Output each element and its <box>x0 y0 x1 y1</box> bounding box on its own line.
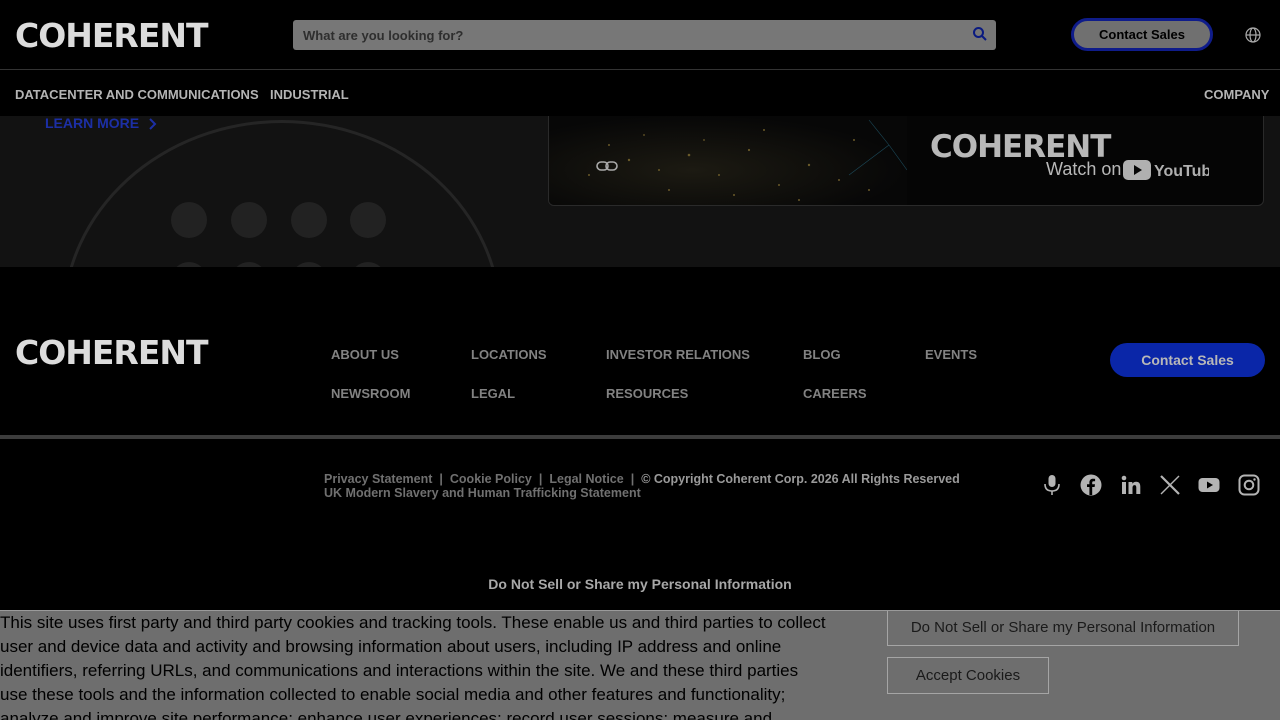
linkedin-icon[interactable] <box>1120 474 1142 496</box>
chevron-right-icon <box>149 118 157 131</box>
youtube-icon[interactable] <box>1198 474 1220 496</box>
footer-coherent-logo[interactable]: COHERENT <box>15 333 209 372</box>
separator: | <box>439 472 443 486</box>
footer-link-investor-relations[interactable]: INVESTOR RELATIONS <box>606 347 750 362</box>
decorative-dot <box>231 202 267 238</box>
link-icon[interactable] <box>596 159 618 173</box>
learn-more-label: LEARN MORE <box>45 116 140 131</box>
do-not-sell-link[interactable]: Do Not Sell or Share my Personal Informa… <box>0 576 1280 592</box>
footer-divider <box>0 435 1280 439</box>
site-header: COHERENT Contact Sales <box>0 0 1280 70</box>
main-nav: DATACENTER AND COMMUNICATIONS INDUSTRIAL… <box>0 71 1280 116</box>
footer-contact-sales-button[interactable]: Contact Sales <box>1110 343 1265 377</box>
copyright-text: © Copyright Coherent Corp. 2026 All Righ… <box>641 472 960 486</box>
nav-item-industrial[interactable]: INDUSTRIAL <box>270 87 349 102</box>
footer-link-newsroom[interactable]: NEWSROOM <box>331 386 410 401</box>
watch-on-label: Watch on <box>1046 159 1122 179</box>
do-not-sell-button[interactable]: Do Not Sell or Share my Personal Informa… <box>887 611 1239 646</box>
globe-icon[interactable] <box>1244 26 1262 44</box>
nav-item-company[interactable]: COMPANY <box>1204 87 1269 102</box>
coherent-logo[interactable]: COHERENT <box>15 16 209 55</box>
content-section: LEARN MORE COHERENT Watch on YouTu <box>0 116 1280 267</box>
decorative-dot <box>171 202 207 238</box>
footer-link-locations[interactable]: LOCATIONS <box>471 347 547 362</box>
x-icon[interactable] <box>1159 474 1181 496</box>
privacy-statement-link[interactable]: Privacy Statement <box>324 472 432 486</box>
footer-link-legal[interactable]: LEGAL <box>471 386 515 401</box>
facebook-icon[interactable] <box>1080 474 1102 496</box>
separator: | <box>538 472 543 486</box>
decorative-circle <box>62 120 502 267</box>
footer-link-resources[interactable]: RESOURCES <box>606 386 688 401</box>
contact-sales-button[interactable]: Contact Sales <box>1071 18 1213 51</box>
podcast-icon[interactable] <box>1041 474 1063 496</box>
accept-cookies-button[interactable]: Accept Cookies <box>887 657 1049 694</box>
nav-item-datacenter[interactable]: DATACENTER AND COMMUNICATIONS <box>15 87 259 102</box>
footer-link-events[interactable]: EVENTS <box>925 347 977 362</box>
footer-link-careers[interactable]: CAREERS <box>803 386 867 401</box>
search-box <box>293 20 996 50</box>
youtube-logo[interactable]: YouTube <box>1123 159 1209 181</box>
separator: | <box>630 472 635 486</box>
decorative-dot <box>291 202 327 238</box>
footer-link-about-us[interactable]: ABOUT US <box>331 347 399 362</box>
cookie-banner-text: This site uses first party and third par… <box>0 613 826 720</box>
learn-more-link[interactable]: LEARN MORE <box>45 116 157 131</box>
decorative-dot <box>350 202 386 238</box>
instagram-icon[interactable] <box>1238 474 1260 496</box>
legal-notice-link[interactable]: Legal Notice <box>549 472 623 486</box>
cookie-banner: This site uses first party and third par… <box>0 610 1280 720</box>
legal-links: Privacy Statement | Cookie Policy | Legal No… <box>324 472 1014 500</box>
video-embed[interactable]: COHERENT Watch on YouTube <box>548 116 1264 206</box>
search-input[interactable] <box>293 20 953 50</box>
modern-slavery-link[interactable]: UK Modern Slavery and Human Trafficking … <box>324 486 641 500</box>
footer-link-blog[interactable]: BLOG <box>803 347 841 362</box>
search-icon[interactable] <box>972 26 988 42</box>
youtube-wordmark: YouTube <box>1154 163 1209 180</box>
page: COHERENT Contact Sales DATACENTER AND CO… <box>0 0 1280 720</box>
cookie-policy-link[interactable]: Cookie Policy <box>450 472 532 486</box>
